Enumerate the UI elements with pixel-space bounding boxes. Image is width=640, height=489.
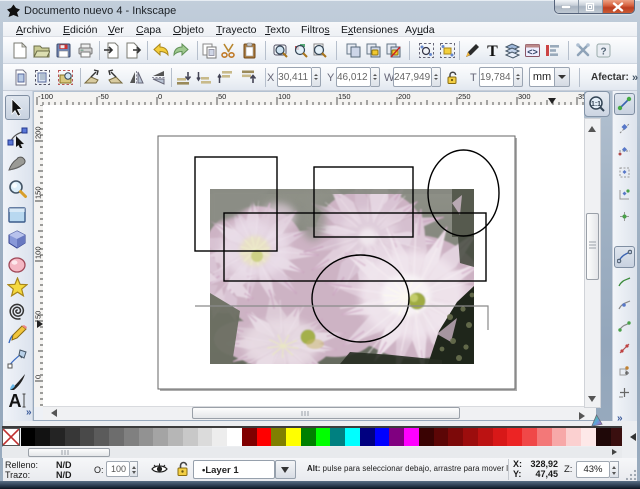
svg-text:-100: -100 xyxy=(38,92,53,101)
svg-text:200: 200 xyxy=(398,92,411,101)
svg-text:0: 0 xyxy=(34,375,43,379)
svg-text:T: T xyxy=(487,43,498,59)
svg-text:-50: -50 xyxy=(98,92,109,101)
svg-text:<>: <> xyxy=(527,47,538,57)
svg-text:100: 100 xyxy=(34,246,43,259)
svg-text:50: 50 xyxy=(34,311,43,319)
svg-text:200: 200 xyxy=(34,126,43,139)
svg-text:?: ? xyxy=(600,47,606,58)
svg-text:50: 50 xyxy=(218,92,226,101)
svg-text:100: 100 xyxy=(278,92,291,101)
svg-text:1:1: 1:1 xyxy=(591,101,601,108)
svg-text:0: 0 xyxy=(158,92,162,101)
svg-text:150: 150 xyxy=(338,92,351,101)
svg-text:A: A xyxy=(9,391,22,411)
svg-text:150: 150 xyxy=(34,186,43,199)
svg-text:300: 300 xyxy=(518,92,531,101)
svg-text:250: 250 xyxy=(458,92,471,101)
